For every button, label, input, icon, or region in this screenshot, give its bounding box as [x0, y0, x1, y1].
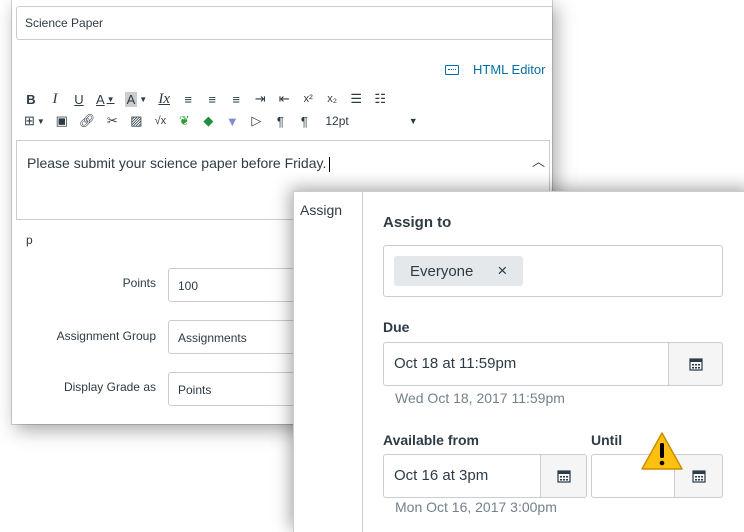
table-icon[interactable]: ⊞ ▼ — [24, 112, 45, 130]
rtl-direction-icon[interactable]: ¶ — [297, 112, 311, 130]
available-from-hint: Mon Oct 16, 2017 3:00pm — [395, 499, 557, 515]
subscript-button[interactable]: x₂ — [325, 90, 339, 108]
align-left-icon[interactable]: ≡ — [181, 90, 195, 108]
assign-panel: Assign to Everyone × Due Oct 18 at 11:59… — [362, 192, 744, 532]
available-from-calendar-button[interactable] — [541, 454, 587, 498]
superscript-button[interactable]: x² — [301, 90, 315, 108]
calendar-icon — [688, 358, 703, 371]
math-equation-icon[interactable]: √x — [153, 112, 167, 130]
bullet-list-icon[interactable]: ☰ — [349, 90, 363, 108]
assign-section-window: Assign Assign to Everyone × Due Oct 18 a… — [293, 191, 744, 532]
token-label: Everyone — [410, 262, 474, 280]
display-grade-label: Display Grade as — [63, 380, 156, 394]
align-right-icon[interactable]: ≡ — [229, 90, 243, 108]
font-size-select[interactable]: 12pt — [325, 114, 348, 128]
due-date-input[interactable]: Oct 18 at 11:59pm — [383, 342, 669, 386]
clear-formatting-button[interactable]: Ix — [157, 90, 171, 108]
underline-button[interactable]: U — [72, 90, 86, 108]
text-color-button[interactable]: A ▼ — [96, 90, 115, 108]
assignee-token: Everyone × — [394, 256, 524, 286]
lti-tool-icon[interactable]: ◆ — [201, 112, 215, 130]
video-embed-icon[interactable]: ▷ — [249, 112, 263, 130]
close-icon[interactable]: × — [497, 261, 507, 281]
body-text: Please submit your science paper before … — [27, 155, 327, 171]
available-from-label: Available from — [383, 432, 479, 448]
unlink-icon[interactable]: ✂︎ — [105, 112, 119, 130]
assign-side-label: Assign — [300, 202, 343, 218]
calendar-icon — [691, 470, 706, 483]
html-editor-label[interactable]: HTML Editor — [473, 62, 545, 77]
chevron-down-icon[interactable]: ▼ — [409, 116, 418, 126]
image-icon[interactable]: ▨ — [129, 112, 143, 130]
keyboard-icon[interactable] — [445, 64, 459, 75]
html-editor-link[interactable]: HTML Editor — [445, 62, 545, 77]
media-icon[interactable]: ▣ — [55, 112, 69, 130]
v-icon[interactable]: ▼ — [225, 112, 239, 130]
due-date-hint: Wed Oct 18, 2017 11:59pm — [395, 390, 565, 406]
text-cursor — [329, 156, 331, 172]
assign-to-input[interactable]: Everyone × — [383, 245, 723, 297]
assign-to-label: Assign to — [383, 214, 452, 231]
numbered-list-icon[interactable]: ☷ — [373, 90, 387, 108]
due-label: Due — [383, 319, 410, 335]
available-from-input[interactable]: Oct 16 at 3pm — [383, 454, 541, 498]
assignment-group-label: Assignment Group — [56, 329, 156, 343]
link-icon[interactable]: 🔗︎ — [79, 112, 96, 130]
ltr-direction-icon[interactable]: ¶ — [273, 112, 287, 130]
until-label: Until — [591, 432, 623, 448]
rich-text-toolbar-row-1: B I U A ▼ A ▼ Ix ≡ ≡ ≡ ⇥ ⇤ x² x₂ ☰ ☷ — [24, 90, 397, 108]
due-calendar-button[interactable] — [669, 342, 723, 386]
chevron-down-icon: ▼ — [106, 94, 115, 104]
outdent-icon[interactable]: ⇤ — [277, 90, 291, 108]
indent-icon[interactable]: ⇥ — [253, 90, 267, 108]
background-color-button[interactable]: A ▼ — [124, 90, 148, 108]
italic-button[interactable]: I — [48, 90, 62, 108]
element-path: p — [26, 233, 33, 247]
leaf-icon[interactable]: ❦ — [177, 112, 191, 130]
calendar-icon — [556, 470, 571, 483]
align-center-icon[interactable]: ≡ — [205, 90, 219, 108]
warning-icon — [641, 432, 683, 470]
bold-button[interactable]: B — [24, 90, 38, 108]
points-label: Points — [122, 276, 156, 290]
rich-text-toolbar-row-2: ⊞ ▼ ▣ 🔗︎ ✂︎ ▨ √x ❦ ◆ ▼ ▷ ¶ ¶ 12pt ▼ — [24, 112, 418, 130]
chevron-down-icon: ▼ — [139, 94, 148, 104]
scroll-up-icon[interactable]: ︿ — [532, 151, 545, 170]
assignment-title-input[interactable]: Science Paper — [16, 6, 552, 40]
